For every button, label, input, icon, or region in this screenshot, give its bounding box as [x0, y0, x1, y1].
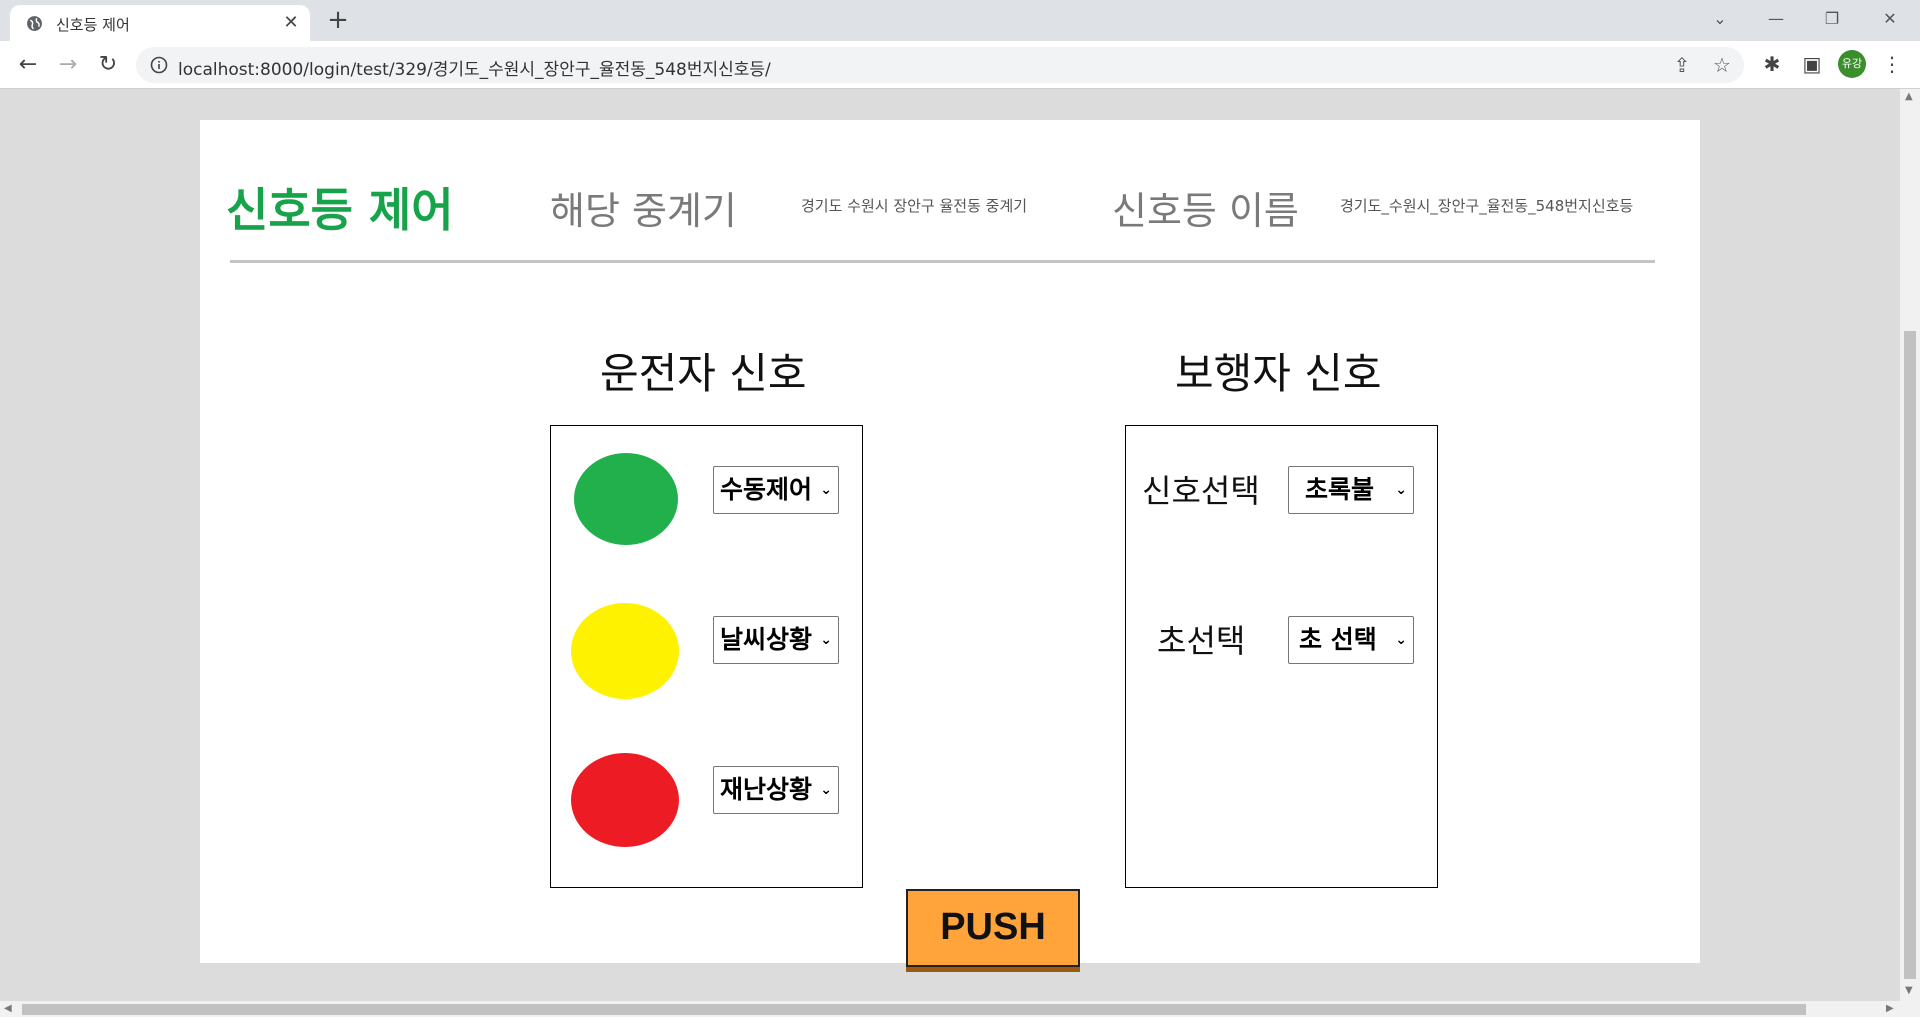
close-tab-icon[interactable]: ✕: [280, 12, 302, 34]
new-tab-icon[interactable]: +: [324, 6, 352, 34]
scroll-up-icon[interactable]: ▲: [1905, 91, 1913, 102]
reload-icon[interactable]: ↻: [92, 49, 124, 81]
scroll-right-icon[interactable]: ▶: [1886, 1003, 1894, 1014]
repeater-value: 경기도 수원시 장안구 율전동 중계기: [801, 197, 1028, 215]
horizontal-scroll-thumb[interactable]: [22, 1004, 1806, 1015]
browser-tab[interactable]: 신호등 제어 ✕: [10, 5, 310, 41]
manual-control-select[interactable]: 수동제어 ⌄: [713, 466, 839, 514]
yellow-light: [571, 603, 679, 699]
share-icon[interactable]: ⇪: [1670, 53, 1694, 77]
browser-toolbar: ← → ↻ localhost:8000/login/test/329/경기도_…: [0, 41, 1920, 89]
page-title: 신호등 제어: [226, 183, 454, 237]
globe-icon: [27, 16, 42, 31]
signal-select[interactable]: 초록불 ⌄: [1288, 466, 1414, 514]
url-text[interactable]: localhost:8000/login/test/329/경기도_수원시_장안…: [178, 55, 771, 80]
minimize-icon[interactable]: —: [1756, 4, 1796, 34]
seconds-select-label: 초선택: [1157, 622, 1246, 660]
pedestrian-signal-title: 보행자 신호: [1175, 349, 1382, 398]
repeater-label: 해당 중계기: [550, 189, 737, 233]
info-icon[interactable]: [150, 56, 168, 74]
green-light: [574, 453, 678, 545]
close-window-icon[interactable]: ✕: [1870, 4, 1910, 34]
tab-search-icon[interactable]: ⌄: [1700, 4, 1740, 34]
back-icon[interactable]: ←: [12, 49, 44, 81]
chevron-down-icon: ⌄: [820, 632, 832, 648]
chevron-down-icon: ⌄: [1395, 632, 1407, 648]
vertical-scroll-thumb[interactable]: [1904, 331, 1916, 979]
disaster-select[interactable]: 재난상황 ⌄: [713, 766, 839, 814]
side-panel-icon[interactable]: ▣: [1800, 52, 1824, 76]
red-light: [571, 753, 679, 847]
push-button[interactable]: PUSH: [906, 889, 1080, 967]
chevron-down-icon: ⌄: [820, 482, 832, 498]
light-name-value: 경기도_수원시_장안구_율전동_548번지신호등: [1340, 197, 1634, 215]
horizontal-scrollbar[interactable]: ◀ ▶: [0, 1001, 1920, 1017]
weather-select[interactable]: 날씨상황 ⌄: [713, 616, 839, 664]
address-bar[interactable]: localhost:8000/login/test/329/경기도_수원시_장안…: [136, 47, 1744, 83]
seconds-select[interactable]: 초 선택 ⌄: [1288, 616, 1414, 664]
scroll-down-icon[interactable]: ▼: [1905, 985, 1913, 996]
chevron-down-icon: ⌄: [820, 782, 832, 798]
forward-icon[interactable]: →: [52, 49, 84, 81]
chevron-down-icon: ⌄: [1395, 482, 1407, 498]
avatar[interactable]: 유강: [1838, 50, 1866, 78]
tab-strip: 신호등 제어 ✕ + ⌄ — ❐ ✕: [0, 0, 1920, 41]
tab-title: 신호등 제어: [56, 16, 130, 34]
signal-select-label: 신호선택: [1142, 472, 1260, 510]
driver-signal-panel: 수동제어 ⌄ 날씨상황 ⌄ 재난상황 ⌄: [550, 425, 863, 888]
scroll-left-icon[interactable]: ◀: [4, 1003, 12, 1014]
header-divider: [230, 260, 1655, 263]
control-card: 신호등 제어 해당 중계기 경기도 수원시 장안구 율전동 중계기 신호등 이름…: [200, 120, 1700, 967]
bookmark-star-icon[interactable]: ☆: [1710, 53, 1734, 77]
light-name-label: 신호등 이름: [1112, 189, 1299, 233]
menu-icon[interactable]: ⋮: [1880, 52, 1904, 76]
vertical-scrollbar[interactable]: ▲ ▼: [1900, 89, 1920, 1001]
extensions-icon[interactable]: ✱: [1760, 52, 1784, 76]
pedestrian-signal-panel: 신호선택 초록불 ⌄ 초선택 초 선택 ⌄: [1125, 425, 1438, 888]
driver-signal-title: 운전자 신호: [600, 349, 807, 398]
restore-icon[interactable]: ❐: [1812, 4, 1852, 34]
page-viewport: 신호등 제어 해당 중계기 경기도 수원시 장안구 율전동 중계기 신호등 이름…: [0, 89, 1900, 1001]
